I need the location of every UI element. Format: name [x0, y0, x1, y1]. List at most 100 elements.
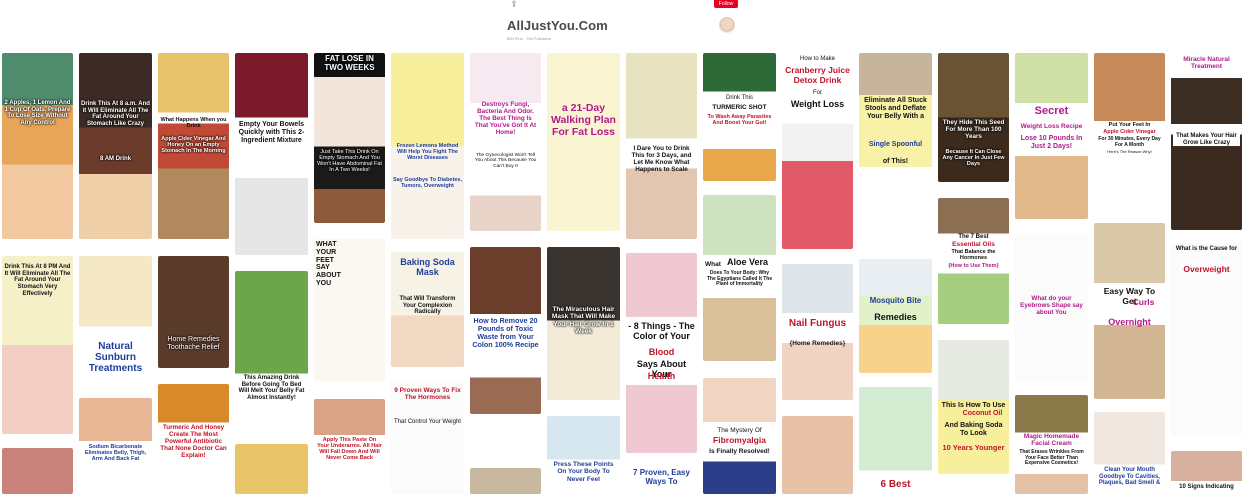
pin-text: That Erases Wrinkles From Your Face Bett… — [1019, 449, 1084, 467]
pin-text: The 7 Best — [958, 234, 989, 240]
pin-card[interactable]: Drink This At 8 PM And It Will Eliminate… — [2, 256, 73, 434]
pin-card[interactable]: Drink This TURMERIC SHOT To Wash Away Pa… — [703, 53, 776, 181]
pin-card[interactable]: Mosquito Bite Remedies — [859, 259, 932, 373]
pin-text: 6 Best — [880, 479, 911, 490]
share-icon[interactable]: ⇪ — [509, 0, 519, 9]
pin-card[interactable]: What Aloe Vera Does To Your Body: Why Th… — [703, 195, 776, 361]
pin-card[interactable]: Apply This Paste On Your Underarms. All … — [314, 399, 385, 494]
pin-text: TURMERIC SHOT — [712, 104, 767, 111]
pin-text: Here's The Reason Why! — [1107, 149, 1152, 154]
pin-card[interactable]: 6 Best — [859, 387, 932, 494]
pin-card[interactable] — [470, 468, 541, 494]
pin-card[interactable]: Sodium Bicarbonate Eliminates Belly, Thi… — [79, 398, 152, 494]
pin-card[interactable]: Clean Your Mouth Goodbye To Cavities, Pl… — [1094, 412, 1165, 494]
pin-card[interactable]: What do your Eyebrows Shape say about Yo… — [1015, 235, 1088, 381]
pin-card[interactable]: Baking Soda Mask That Will Transform You… — [391, 252, 464, 367]
pin-card[interactable]: Miracle Natural Treatment That Makes You… — [1171, 53, 1242, 230]
pin-text: Frozen Lemons Method Will Help You Fight… — [396, 143, 459, 162]
pin-text: Essential Oils — [952, 241, 995, 248]
pin-card[interactable]: How to Remove 20 Pounds of Toxic Waste f… — [470, 247, 541, 414]
pin-text: Say Goodbye To Diabetes, Tumors, Overwei… — [393, 177, 462, 190]
pin-text: Secret — [1034, 105, 1069, 117]
pin-text: 10 Years Younger — [942, 443, 1005, 452]
pin-card[interactable]: WHAT YOUR FEET SAY ABOUT YOU — [314, 239, 385, 381]
pin-card[interactable]: What Happens When you Drink Apple Cider … — [158, 53, 229, 239]
pin-text: Apply This Paste On Your Underarms. All … — [317, 437, 382, 462]
avatar[interactable] — [719, 17, 735, 35]
pin-card[interactable]: What is the Cause for Overweight — [1171, 243, 1242, 436]
pin-card[interactable]: Frozen Lemons Method Will Help You Fight… — [391, 53, 464, 239]
pin-text: That Control Your Weight — [394, 419, 461, 425]
pin-card[interactable]: The Miraculous Hair Mask That Will Make … — [547, 247, 620, 400]
pin-card[interactable]: The Mystery Of Fibromyalgia Is Finally R… — [703, 378, 776, 494]
pin-text: That Makes Your Hair Grow Like Crazy — [1173, 133, 1240, 147]
pin-text: How to Make — [799, 56, 835, 62]
pin-card[interactable]: 9 Proven Ways To Fix The Hormones That C… — [391, 381, 464, 494]
pin-text: 9 Proven Ways To Fix The Hormones — [394, 387, 461, 402]
follow-button[interactable]: Follow — [714, 0, 738, 8]
pin-text: Nail Fungus — [788, 318, 847, 329]
pin-text: The Miraculous Hair Mask That Will Make … — [551, 306, 616, 335]
pin-text: To Wash Away Parasites And Boost Your Gu… — [707, 114, 772, 127]
pin-card[interactable]: Easy Way To Get Curls Overnight — [1094, 223, 1165, 399]
pin-text: I Dare You to Drink This for 3 Days, and… — [631, 145, 692, 174]
pin-text: Natural Sunburn Treatments — [88, 341, 143, 375]
pin-card[interactable]: 2 Apples, 1 Lemon And 1 Cup Of Oats. Pre… — [2, 53, 73, 239]
pin-text: That Will Transform Your Complexion Radi… — [399, 296, 456, 316]
pin-text: Baking Soda Mask — [400, 257, 455, 278]
pin-card[interactable]: Magic Homemade Facial Cream That Erases … — [1015, 395, 1088, 494]
pin-card[interactable]: Turmeric And Honey Create The Most Power… — [158, 384, 229, 494]
pin-text: {How to Use Them} — [948, 263, 999, 269]
pin-card[interactable]: Put Your Feet In Apple Cider Vinegar For… — [1094, 53, 1165, 207]
pin-text: Remedies — [874, 312, 917, 322]
pin-text: {Home Remedies} — [789, 340, 846, 347]
pin-text: Miracle Natural Treatment — [1183, 56, 1230, 71]
pin-text: of This! — [882, 158, 909, 165]
pin-text: How to Remove 20 Pounds of Toxic Waste f… — [472, 316, 539, 350]
pin-card[interactable] — [782, 416, 853, 494]
pin-text: For — [813, 90, 822, 96]
pin-card[interactable]: FAT LOSE IN TWO WEEKS Just Take This Dri… — [314, 53, 385, 223]
pin-text: This Is How To Use — [941, 402, 1006, 409]
board-stats: 800 Pins · 700 Followers — [507, 36, 552, 41]
pin-text: Weight Loss — [790, 99, 845, 109]
pin-text: What is the Cause for — [1175, 246, 1238, 252]
pin-text: Curls — [1132, 297, 1155, 307]
pin-card[interactable]: 10 Signs Indicating — [1171, 451, 1242, 494]
pin-text: FAT LOSE IN TWO WEEKS — [324, 54, 375, 72]
pin-text: Does To Your Body: Why The Egyptians Cal… — [706, 270, 773, 288]
pin-text: Single Spoonful — [868, 141, 923, 148]
pin-card[interactable]: Eliminate All Stuck Stools and Deflate Y… — [859, 53, 932, 243]
pin-card[interactable]: 7 Proven, Easy Ways To — [626, 466, 697, 494]
pin-card[interactable]: Drink This At 8 a.m. And it Will Elimina… — [79, 53, 152, 239]
pin-card[interactable]: Empty Your Bowels Quickly with This 2-In… — [235, 53, 308, 255]
pin-text: - 8 Things - The Color of Your — [628, 321, 695, 342]
pin-text: Health — [647, 371, 676, 381]
pin-card[interactable]: Nail Fungus {Home Remedies} — [782, 264, 853, 400]
pin-text: Drink This At 8 a.m. And it Will Elimina… — [81, 101, 150, 128]
pin-text: Overnight — [1108, 317, 1151, 327]
pin-card[interactable]: I Dare You to Drink This for 3 Days, and… — [626, 53, 697, 239]
pin-text: For 30 Minutes, Every Day For A Month — [1098, 136, 1161, 148]
pin-text: And Baking Soda To Look — [944, 422, 1003, 437]
pin-card[interactable] — [2, 448, 73, 494]
pin-card[interactable]: Home Remedies Toothache Relief — [158, 256, 229, 368]
pin-text: Overweight — [1183, 264, 1230, 274]
pin-card[interactable]: Natural Sunburn Treatments — [79, 256, 152, 384]
pin-card[interactable]: How to Make Cranberry Juice Detox Drink … — [782, 53, 853, 249]
pin-card[interactable]: This Amazing Drink Before Going To Bed W… — [235, 271, 308, 431]
pin-card[interactable] — [235, 444, 308, 494]
pin-text: Just Take This Drink On Empty Stomach An… — [317, 149, 382, 174]
pin-card[interactable]: Destroys Fungi, Bacteria And Odor. The B… — [470, 53, 541, 231]
pin-card[interactable]: - 8 Things - The Color of Your Blood Say… — [626, 253, 697, 453]
pin-card[interactable]: The 7 Best Essential Oils That Balance t… — [938, 198, 1009, 324]
pin-card[interactable]: They Hide This Seed For More Than 100 Ye… — [938, 53, 1009, 182]
pin-text: Sodium Bicarbonate Eliminates Belly, Thi… — [84, 444, 147, 463]
pin-card[interactable]: This Is How To Use Coconut Oil And Bakin… — [938, 340, 1009, 474]
pin-text: Magic Homemade Facial Cream — [1023, 433, 1080, 448]
pin-card[interactable]: Secret Weight Loss Recipe Lose 10 Pounds… — [1015, 53, 1088, 219]
pin-text: Apple Cider Vinegar — [1103, 129, 1156, 135]
pin-card[interactable]: Press These Points On Your Body To Never… — [547, 416, 620, 494]
pin-card[interactable]: a 21-Day Walking Plan For Fat Loss — [547, 53, 620, 231]
pin-text: Drink This — [726, 95, 753, 101]
